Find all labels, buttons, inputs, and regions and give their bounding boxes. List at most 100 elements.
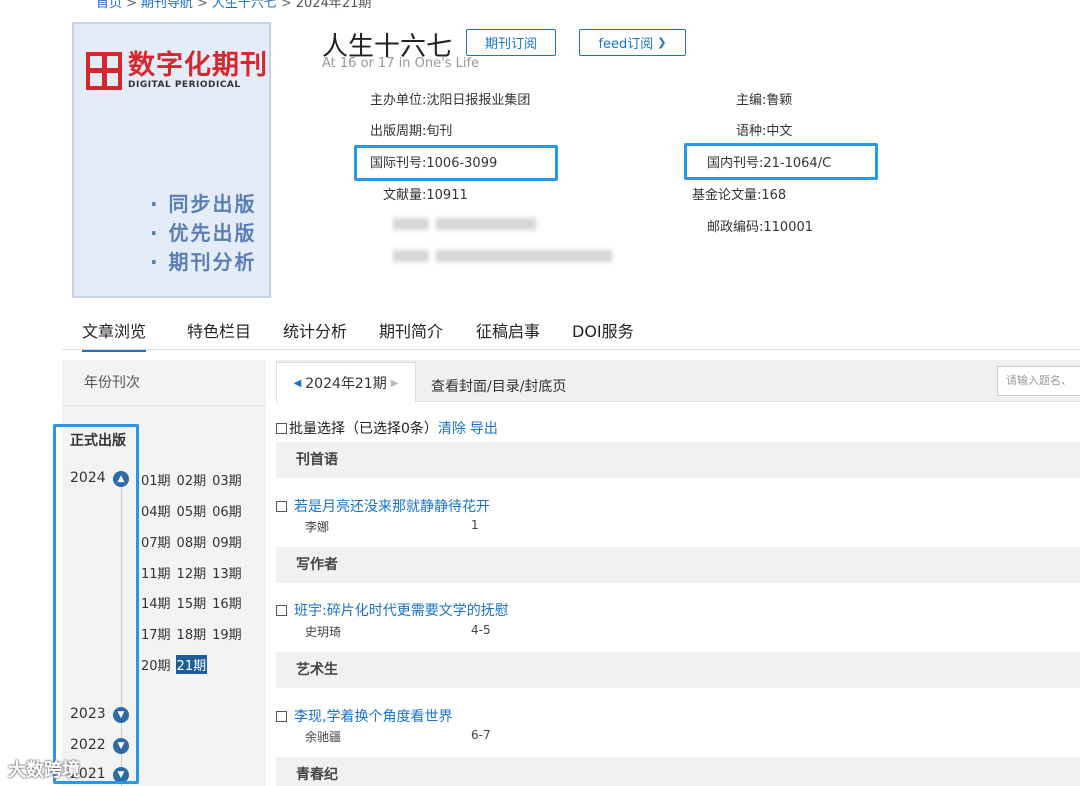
issue-link[interactable]: 03期 xyxy=(211,470,243,489)
blurred-text xyxy=(436,218,536,230)
info-language: 语种:中文 xyxy=(700,120,830,139)
sidebar-header: 年份刊次 xyxy=(62,360,266,406)
issue-link-active[interactable]: 21期 xyxy=(175,655,208,674)
issue-link[interactable]: 19期 xyxy=(211,624,243,643)
chevron-right-icon[interactable]: ▶ xyxy=(391,378,399,389)
feed-label: feed订阅 xyxy=(598,37,654,52)
info-label: 出版周期: xyxy=(370,124,427,139)
feed-subscribe-button[interactable]: feed订阅 ❯ xyxy=(579,29,686,56)
article-item: 李现,学着换个角度看世界 xyxy=(276,706,452,726)
logo-cn-text: 数字化期刊 xyxy=(128,50,268,81)
info-label: 语种: xyxy=(736,124,767,139)
subscribe-label: 期刊订阅 xyxy=(484,37,537,52)
article-pages: 1 xyxy=(471,518,479,532)
issue-link[interactable]: 16期 xyxy=(211,593,243,612)
article-title[interactable]: 李现,学着换个角度看世界 xyxy=(294,706,452,726)
article-item: 若是月亮还没来那就静静待花开 xyxy=(276,496,490,516)
blurred-text xyxy=(436,250,612,262)
watermark: 大数跨境 xyxy=(8,756,80,782)
info-label: 主编: xyxy=(736,93,767,108)
chevron-down-icon: ❯ xyxy=(657,36,667,49)
category-header: 刊首语 xyxy=(276,442,1080,478)
clear-button[interactable]: 清除 xyxy=(438,418,466,438)
view-cover-link[interactable]: 查看封面/目录/封底页 xyxy=(431,376,566,396)
category-header: 艺术生 xyxy=(276,652,1080,688)
info-postcode: 邮政编码:110001 xyxy=(707,216,877,235)
article-pages: 4-5 xyxy=(471,623,491,637)
issue-link[interactable]: 14期 xyxy=(140,593,172,612)
blurred-text xyxy=(393,218,429,230)
batch-label: 批量选择 xyxy=(289,421,345,437)
logo-en-text: DIGITAL PERIODICAL xyxy=(128,80,241,90)
article-title[interactable]: 班宇:碎片化时代更需要文学的抚慰 xyxy=(294,600,509,620)
issue-link[interactable]: 04期 xyxy=(140,501,172,520)
info-funded-papers: 基金论文量:168 xyxy=(692,184,862,203)
breadcrumb-journal-nav[interactable]: 期刊导航 xyxy=(141,0,193,11)
info-value: 中文 xyxy=(766,124,793,139)
article-author: 李娜 xyxy=(305,520,330,534)
issue-row: 17期 18期 19期 xyxy=(140,624,247,643)
info-value: 10911 xyxy=(426,188,468,203)
issue-row: 14期 15期 16期 xyxy=(140,593,247,612)
issue-link[interactable]: 07期 xyxy=(140,532,172,551)
tab-featured-columns[interactable]: 特色栏目 xyxy=(187,318,251,342)
breadcrumb-journal[interactable]: 人生十六七 xyxy=(212,0,277,11)
article-author: 史玥琦 xyxy=(305,625,342,639)
issue-link[interactable]: 08期 xyxy=(176,532,208,551)
issue-link[interactable]: 11期 xyxy=(140,563,172,582)
article-checkbox[interactable] xyxy=(276,500,287,512)
category-header: 青春纪 xyxy=(276,757,1080,786)
tab-doi-service[interactable]: DOI服务 xyxy=(572,318,634,342)
issue-link[interactable]: 02期 xyxy=(176,470,208,489)
issue-link[interactable]: 12期 xyxy=(176,563,208,582)
main-tabs: 文章浏览 特色栏目 统计分析 期刊简介 征稿启事 DOI服务 xyxy=(62,314,1080,352)
category-header: 写作者 xyxy=(276,547,1080,583)
info-sponsor: 主办单位:沈阳日报报业集团 xyxy=(370,89,556,108)
issue-link[interactable]: 09期 xyxy=(211,532,243,551)
search-input[interactable]: 请输入题名、 xyxy=(997,366,1080,396)
cover-feature-priority: · 优先出版 xyxy=(150,221,257,245)
article-checkbox[interactable] xyxy=(276,604,287,616)
batch-checkbox[interactable] xyxy=(276,422,287,434)
article-item: 班宇:碎片化时代更需要文学的抚慰 xyxy=(276,600,509,620)
cn-number-highlight xyxy=(684,143,878,180)
article-title[interactable]: 若是月亮还没来那就静静待花开 xyxy=(294,496,490,516)
issue-link[interactable]: 13期 xyxy=(211,563,243,582)
info-frequency: 出版周期:旬刊 xyxy=(370,120,556,139)
tab-journal-intro[interactable]: 期刊简介 xyxy=(379,318,443,342)
tab-statistics[interactable]: 统计分析 xyxy=(283,318,347,342)
tab-article-browse[interactable]: 文章浏览 xyxy=(82,318,147,352)
breadcrumb: 首页 > 期刊导航 > 人生十六七 >2024年21期 xyxy=(96,0,371,11)
batch-select-bar: 批量选择 （已选择0条） 清除 导出 xyxy=(276,418,498,438)
info-label: 邮政编码: xyxy=(707,220,764,235)
issue-link[interactable]: 18期 xyxy=(176,624,208,643)
journal-cover: 数字化期刊 DIGITAL PERIODICAL · 同步出版 · 优先出版 ·… xyxy=(72,22,271,298)
breadcrumb-separator: > xyxy=(126,0,137,11)
breadcrumb-separator: > xyxy=(280,0,292,11)
cover-feature-sync: · 同步出版 xyxy=(150,192,257,216)
chevron-left-icon[interactable]: ◀ xyxy=(294,378,302,389)
issue-link[interactable]: 05期 xyxy=(176,501,208,520)
info-label: 基金论文量: xyxy=(692,188,762,203)
issue-link[interactable]: 01期 xyxy=(140,470,172,489)
info-value: 110001 xyxy=(763,220,814,235)
batch-count: （已选择0条） xyxy=(345,421,438,437)
issue-link[interactable]: 06期 xyxy=(211,501,243,520)
article-author: 余驰疆 xyxy=(305,730,342,744)
cover-feature-analysis: · 期刊分析 xyxy=(150,250,257,274)
issue-link[interactable]: 15期 xyxy=(176,593,208,612)
issue-link[interactable]: 20期 xyxy=(140,655,172,674)
blurred-text xyxy=(393,250,429,262)
breadcrumb-home[interactable]: 首页 xyxy=(96,0,122,11)
info-value: 沈阳日报报业集团 xyxy=(426,93,531,108)
article-checkbox[interactable] xyxy=(276,710,287,722)
issue-row: 20期 21期 xyxy=(140,655,211,674)
issue-row: 07期 08期 09期 xyxy=(140,532,247,551)
issue-selector[interactable]: ◀ 2024年21期 ▶ xyxy=(276,362,416,403)
tab-call-for-papers[interactable]: 征稿启事 xyxy=(476,318,540,342)
issue-row: 11期 12期 13期 xyxy=(140,563,247,582)
export-button[interactable]: 导出 xyxy=(470,418,498,438)
journal-subscribe-button[interactable]: 期刊订阅 xyxy=(466,29,556,56)
issue-link[interactable]: 17期 xyxy=(140,624,172,643)
info-value: 鲁颖 xyxy=(766,93,793,108)
